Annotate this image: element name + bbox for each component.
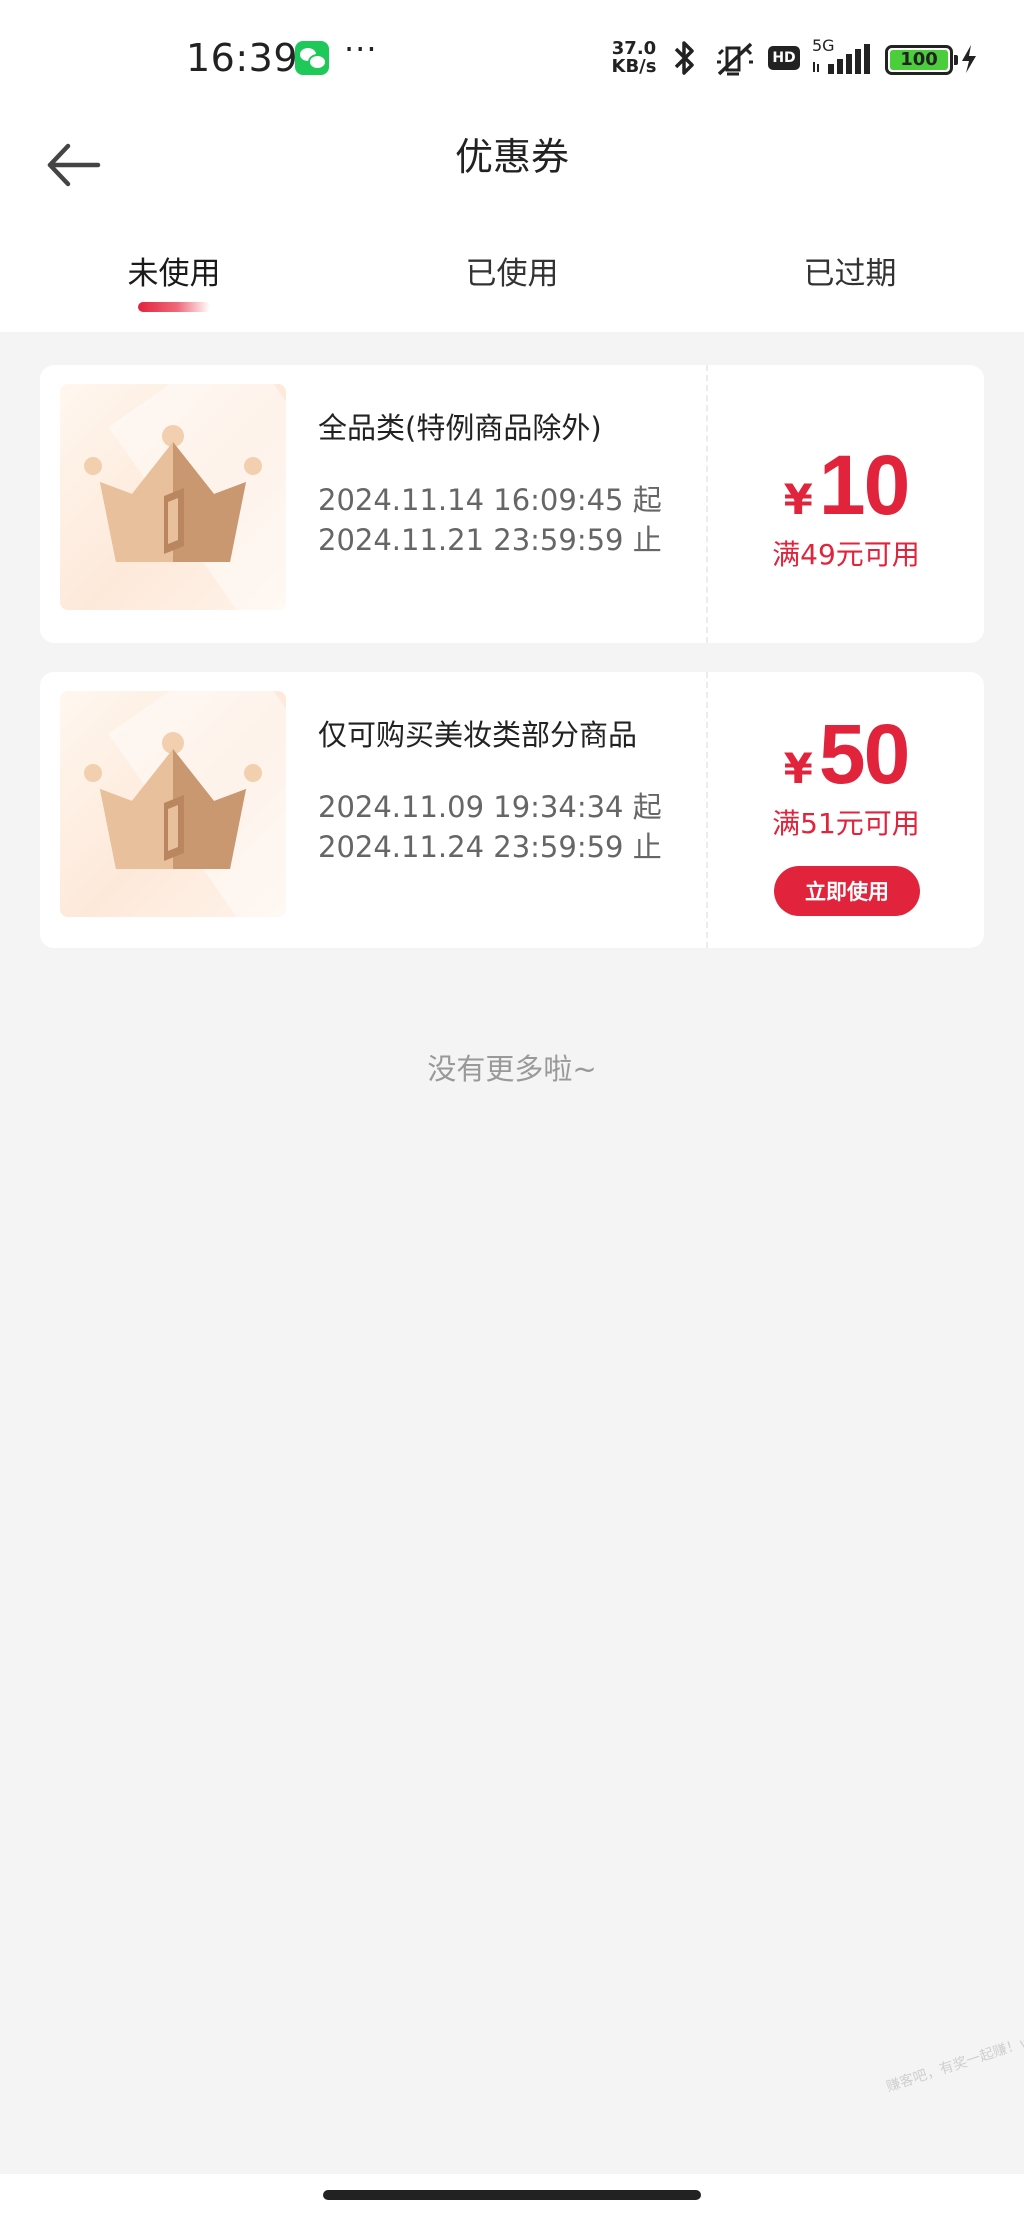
coupon-thumbnail — [60, 384, 286, 610]
tab-unused[interactable]: 未使用 — [64, 248, 284, 293]
coupon-page: 16:39 ··· 37.0 KB/s HD 5G 100 优惠券 未使用 已使… — [0, 0, 1024, 2219]
mute-icon — [717, 42, 753, 76]
coupon-threshold: 满49元可用 — [772, 538, 920, 571]
charging-icon — [962, 45, 976, 73]
battery-icon: 100 — [885, 45, 958, 75]
coupon-end-time: 2024.11.21 23:59:59 止 — [318, 523, 662, 557]
currency-symbol: ¥ — [783, 475, 813, 524]
crown-icon — [84, 425, 262, 562]
status-time: 16:39 — [186, 36, 299, 80]
wechat-icon — [295, 41, 329, 75]
no-more-text: 没有更多啦~ — [427, 1052, 597, 1086]
tab-used[interactable]: 已使用 — [402, 248, 622, 293]
coupon-scope: 全品类(特例商品除外) — [318, 411, 602, 445]
coupon-start-time: 2024.11.14 16:09:45 起 — [318, 483, 662, 517]
crown-icon — [84, 732, 262, 869]
network-speed-unit: KB/s — [611, 56, 657, 77]
header: 优惠券 — [0, 120, 1024, 232]
coupon-scope: 仅可购买美妆类部分商品 — [318, 718, 638, 752]
coupon-card[interactable]: 全品类(特例商品除外) 2024.11.14 16:09:45 起 2024.1… — [40, 365, 984, 643]
coupon-card[interactable]: 仅可购买美妆类部分商品 2024.11.09 19:34:34 起 2024.1… — [40, 672, 984, 948]
status-bar: 16:39 ··· 37.0 KB/s HD 5G 100 — [0, 0, 1024, 120]
signal-icon — [813, 44, 870, 74]
coupon-end-time: 2024.11.24 23:59:59 止 — [318, 830, 662, 864]
hd-icon: HD — [768, 46, 800, 70]
coupon-amount-value: 10 — [818, 438, 910, 532]
use-now-button[interactable]: 立即使用 — [774, 866, 920, 916]
watermark: 赚客吧，有奖一起赚！www.zuanke8.com — [884, 1996, 1024, 2096]
bluetooth-icon — [674, 41, 694, 75]
network-speed: 37.0 KB/s — [610, 40, 658, 76]
tab-expired[interactable]: 已过期 — [740, 248, 960, 293]
battery-level: 100 — [890, 50, 948, 70]
currency-symbol: ¥ — [783, 744, 813, 793]
more-dots-icon: ··· — [344, 30, 378, 68]
coupon-threshold: 满51元可用 — [772, 807, 920, 840]
coupon-thumbnail — [60, 691, 286, 917]
coupon-amount: ¥50 — [708, 706, 984, 803]
coupon-amount: ¥10 — [708, 437, 984, 534]
page-title: 优惠券 — [454, 135, 569, 179]
coupon-amount-value: 50 — [818, 707, 910, 801]
tab-bar: 未使用 已使用 已过期 — [0, 232, 1024, 332]
active-tab-indicator — [138, 302, 210, 312]
home-indicator[interactable] — [323, 2190, 701, 2200]
coupon-start-time: 2024.11.09 19:34:34 起 — [318, 790, 662, 824]
